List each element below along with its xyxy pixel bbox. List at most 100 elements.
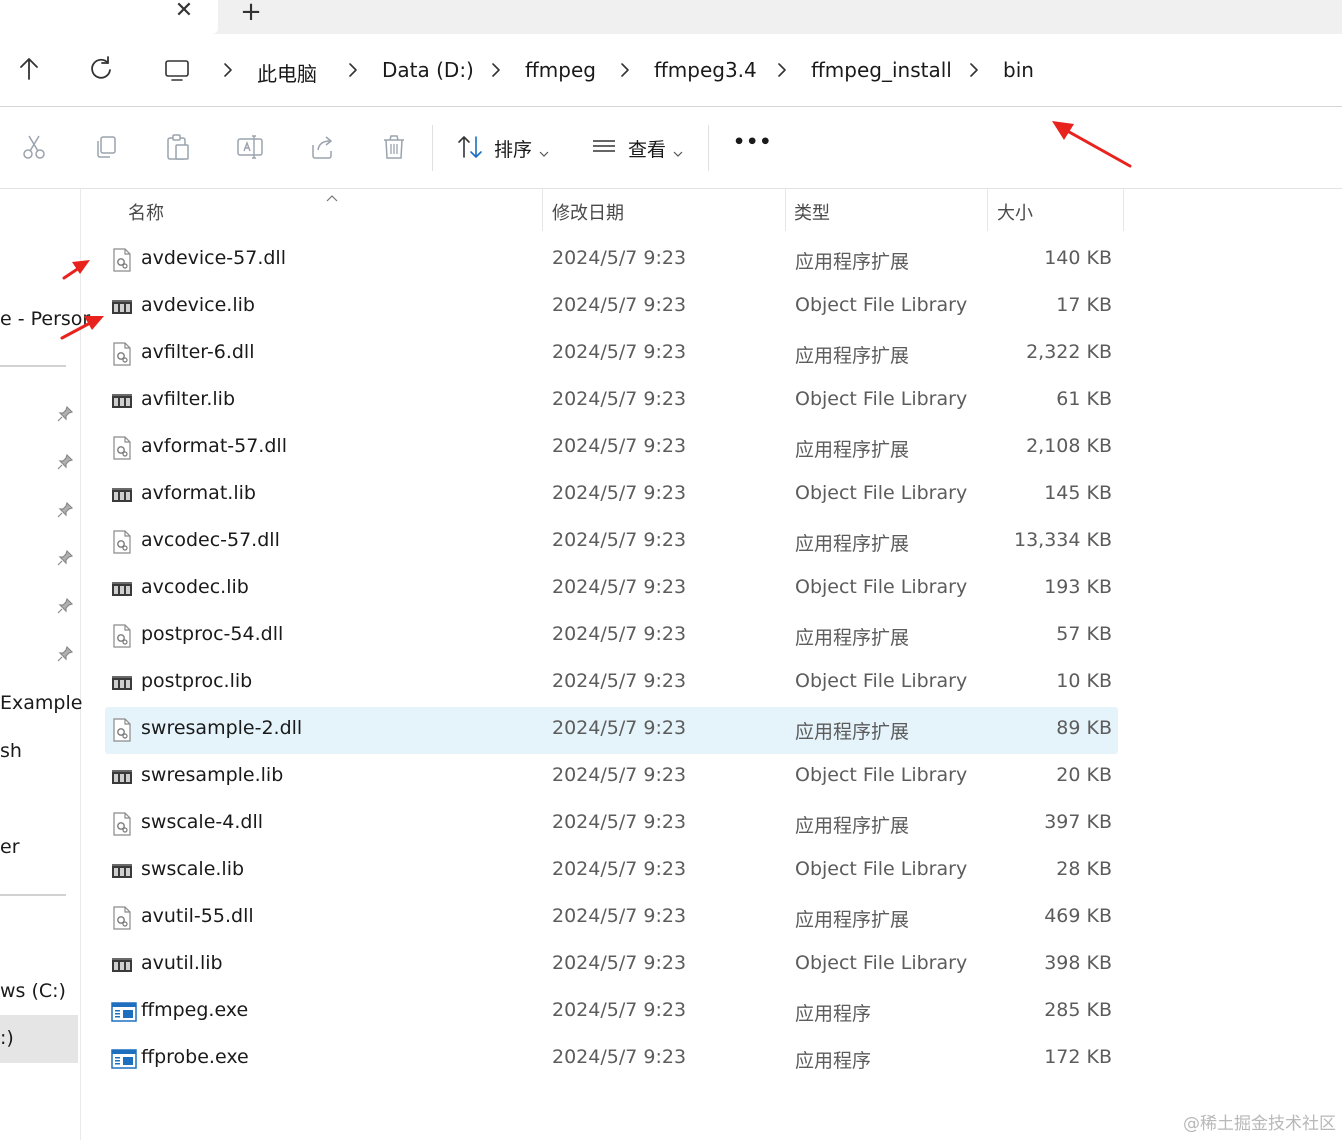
view-button[interactable]: 查看 [628,135,666,162]
file-size: 193 KB [1044,576,1112,598]
exe-file-icon [111,1047,137,1071]
file-row[interactable]: avfilter-6.dll 2024/5/7 9:23 应用程序扩展 2,322 K… [105,331,1118,378]
file-date-modified: 2024/5/7 9:23 [552,576,687,598]
chevron-down-icon [673,143,683,157]
close-tab-icon[interactable]: ✕ [170,0,198,24]
sidebar-item-drive-c[interactable]: ws (C:) [0,980,66,1002]
file-type: Object File Library [795,482,968,504]
lib-file-icon [111,953,133,977]
breadcrumb-item[interactable]: ffmpeg [525,58,596,82]
breadcrumb-item[interactable]: bin [1003,58,1034,82]
file-type: Object File Library [795,388,968,410]
sort-ascending-icon [325,189,339,202]
column-size[interactable]: 大小 [997,199,1033,225]
sidebar-item-drive-d[interactable]: :) [0,1015,78,1063]
file-row[interactable]: postproc-54.dll 2024/5/7 9:23 应用程序扩展 57 KB [105,613,1118,660]
file-date-modified: 2024/5/7 9:23 [552,670,687,692]
column-name[interactable]: 名称 [128,199,164,225]
file-row[interactable]: swresample-2.dll 2024/5/7 9:23 应用程序扩展 89 KB [105,707,1118,754]
lib-file-icon [111,765,133,789]
file-size: 398 KB [1044,952,1112,974]
breadcrumb-item[interactable]: Data (D:) [382,58,474,82]
file-type: Object File Library [795,858,968,880]
file-name: avfilter-6.dll [141,341,255,363]
file-row[interactable]: ffmpeg.exe 2024/5/7 9:23 应用程序 285 KB [105,989,1118,1036]
file-row[interactable]: avcodec.lib 2024/5/7 9:23 Object File Libr… [105,566,1118,613]
breadcrumb-item[interactable]: ffmpeg_install [811,58,952,82]
file-name: avcodec-57.dll [141,529,280,551]
sidebar-item-example[interactable]: Example [0,692,82,714]
rename-icon[interactable] [236,133,264,161]
column-date-modified[interactable]: 修改日期 [552,199,624,225]
file-size: 397 KB [1044,811,1112,833]
column-divider[interactable] [542,189,543,231]
this-pc-icon[interactable] [164,59,190,83]
sidebar-item-sh[interactable]: sh [0,740,22,762]
cut-icon[interactable] [20,133,48,161]
column-divider[interactable] [1123,189,1124,231]
up-arrow-icon[interactable] [14,54,44,84]
column-divider[interactable] [785,189,786,231]
column-type[interactable]: 类型 [794,199,830,225]
file-row[interactable]: avformat-57.dll 2024/5/7 9:23 应用程序扩展 2,108 … [105,425,1118,472]
breadcrumb-item[interactable]: ffmpeg3.4 [654,58,757,82]
delete-icon[interactable] [380,133,408,161]
file-row[interactable]: avutil.lib 2024/5/7 9:23 Object File Libra… [105,942,1118,989]
file-row[interactable]: avdevice.lib 2024/5/7 9:23 Object File Lib… [105,284,1118,331]
sort-button[interactable]: 排序 [494,135,532,162]
chevron-right-icon[interactable] [618,62,632,78]
file-row[interactable]: avformat.lib 2024/5/7 9:23 Object File Lib… [105,472,1118,519]
pin-icon [56,501,74,519]
chevron-right-icon[interactable] [489,62,503,78]
address-bar[interactable]: 此电脑 Data (D:) ffmpeg ffmpeg3.4 ffmpeg_instal… [150,40,1342,100]
chevron-right-icon[interactable] [775,62,789,78]
tab-strip: ✕ + [0,0,1342,34]
file-size: 2,108 KB [1026,435,1112,457]
chevron-right-icon[interactable] [346,62,360,78]
more-options-button[interactable]: ••• [733,131,772,153]
file-row[interactable]: avdevice-57.dll 2024/5/7 9:23 应用程序扩展 140 KB [105,237,1118,284]
file-row[interactable]: avfilter.lib 2024/5/7 9:23 Object File Lib… [105,378,1118,425]
file-name: swscale-4.dll [141,811,263,833]
file-row[interactable]: ffprobe.exe 2024/5/7 9:23 应用程序 172 KB [105,1036,1118,1083]
view-list-icon[interactable] [590,133,618,161]
file-type: Object File Library [795,294,968,316]
file-size: 140 KB [1044,247,1112,269]
chevron-down-icon [539,143,549,157]
file-row[interactable]: avcodec-57.dll 2024/5/7 9:23 应用程序扩展 13,334 … [105,519,1118,566]
chevron-right-icon[interactable] [221,62,235,78]
copy-icon[interactable] [92,133,120,161]
file-date-modified: 2024/5/7 9:23 [552,482,687,504]
file-row[interactable]: swresample.lib 2024/5/7 9:23 Object File L… [105,754,1118,801]
share-icon[interactable] [308,133,336,161]
file-row[interactable]: swscale.lib 2024/5/7 9:23 Object File Libr… [105,848,1118,895]
paste-icon[interactable] [164,133,192,161]
file-date-modified: 2024/5/7 9:23 [552,952,687,974]
address-row: 此电脑 Data (D:) ffmpeg ffmpeg3.4 ffmpeg_instal… [0,34,1342,107]
file-name: avformat-57.dll [141,435,287,457]
file-type: 应用程序扩展 [795,533,910,555]
file-row[interactable]: postproc.lib 2024/5/7 9:23 Object File Lib… [105,660,1118,707]
dll-file-icon [111,530,133,554]
file-size: 145 KB [1044,482,1112,504]
file-name: avutil-55.dll [141,905,254,927]
file-date-modified: 2024/5/7 9:23 [552,905,687,927]
exe-file-icon [111,1000,137,1024]
file-row[interactable]: avutil-55.dll 2024/5/7 9:23 应用程序扩展 469 KB [105,895,1118,942]
active-tab[interactable]: ✕ [0,0,218,34]
chevron-right-icon[interactable] [967,62,981,78]
file-type: Object File Library [795,670,968,692]
file-name: avutil.lib [141,952,223,974]
column-divider[interactable] [987,189,988,231]
refresh-icon[interactable] [86,54,116,84]
new-tab-button[interactable]: + [236,0,266,26]
file-size: 17 KB [1056,294,1112,316]
file-row[interactable]: swscale-4.dll 2024/5/7 9:23 应用程序扩展 397 KB [105,801,1118,848]
sort-icon[interactable] [456,133,484,161]
sidebar-item-er[interactable]: er [0,836,20,858]
breadcrumb-item[interactable]: 此电脑 [257,58,317,87]
lib-file-icon [111,483,133,507]
file-name: avcodec.lib [141,576,249,598]
file-type: 应用程序 [795,1050,872,1072]
dll-file-icon [111,812,133,836]
